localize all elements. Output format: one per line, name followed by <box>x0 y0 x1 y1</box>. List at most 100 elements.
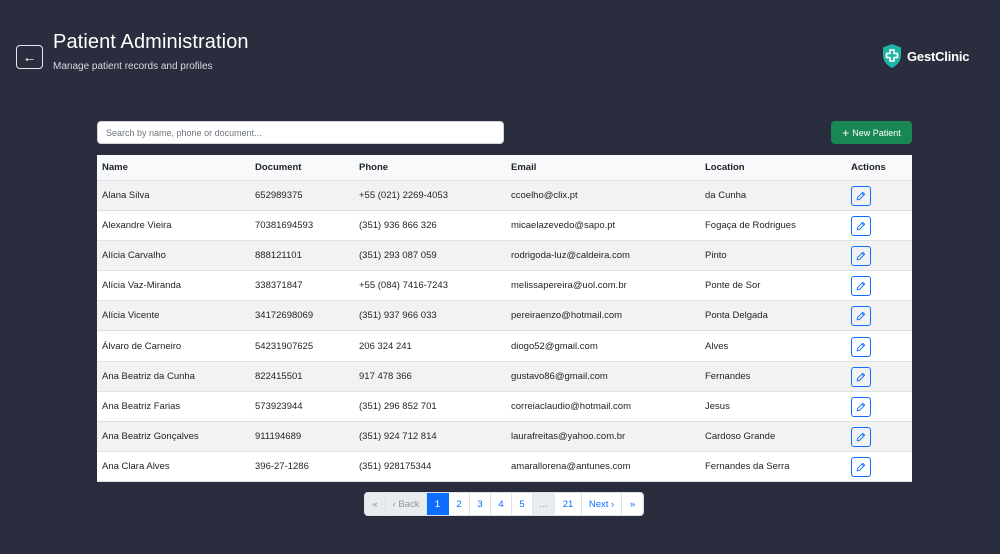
arrow-left-icon: ← <box>22 49 37 65</box>
pencil-icon <box>856 282 866 291</box>
cell-name: Álvaro de Carneiro <box>97 330 250 362</box>
cell-document: 888121101 <box>250 240 354 272</box>
edit-button[interactable] <box>851 215 871 236</box>
column-header-location[interactable]: Location <box>700 155 846 181</box>
search-input[interactable] <box>97 121 504 144</box>
pencil-icon <box>856 221 866 231</box>
column-header-actions: Actions <box>846 155 912 181</box>
column-header-phone[interactable]: Phone <box>354 155 506 181</box>
cell-location: Alves <box>700 330 846 362</box>
table-row[interactable]: Ana Beatriz da Cunha 822415501 917 478 366… <box>97 361 912 392</box>
cell-location: Cardoso Grande <box>700 421 846 453</box>
cell-location: Fernandes <box>700 361 846 392</box>
page-title: Patient Administration <box>53 31 249 53</box>
pencil-icon <box>856 402 866 412</box>
table-row[interactable]: Ana Beatriz Gonçalves 911194689 (351) 924 … <box>97 421 912 453</box>
page-back-button[interactable]: ‹ Back <box>386 493 427 515</box>
cell-email: laurafreitas@yahoo.com.br <box>506 421 700 453</box>
page-last-button[interactable]: » <box>622 493 643 515</box>
cell-email: ccoelho@clix.pt <box>506 180 700 211</box>
cell-phone: 206 324 241 <box>354 330 506 362</box>
cell-location: Pinto <box>700 240 846 272</box>
pencil-icon <box>856 251 866 261</box>
cell-location: Ponte de Sor <box>700 270 846 302</box>
pencil-icon <box>856 312 866 321</box>
brand-logo: GestClinic <box>881 43 969 69</box>
cell-name: Ana Beatriz Gonçalves <box>97 421 250 453</box>
cell-name: Alícia Vaz-Miranda <box>97 270 250 302</box>
cell-actions <box>846 270 912 302</box>
pencil-icon <box>856 191 866 200</box>
cell-phone: (351) 937 966 033 <box>354 300 506 332</box>
edit-button[interactable] <box>851 457 871 478</box>
cell-email: correiaclaudio@hotmail.com <box>506 391 700 423</box>
edit-button[interactable] <box>851 396 871 417</box>
edit-button[interactable] <box>851 336 871 357</box>
brand-name: GestClinic <box>907 48 970 64</box>
table-row[interactable]: Alana Silva 652989375 +55 (021) 2269-4053 c… <box>97 180 912 211</box>
cell-location: Jesus <box>700 391 846 423</box>
column-header-email[interactable]: Email <box>506 155 700 181</box>
cell-document: 70381694593 <box>250 210 354 241</box>
table-header-row: Name Document Phone Email Location Actio… <box>97 155 912 181</box>
cell-phone: +55 (021) 2269-4053 <box>354 180 506 211</box>
plus-icon: + <box>842 125 850 140</box>
cell-document: 573923944 <box>250 391 354 423</box>
edit-button[interactable] <box>851 306 871 327</box>
page-button-5[interactable]: 5 <box>512 493 533 515</box>
cell-name: Alícia Vicente <box>97 300 250 332</box>
table-row[interactable]: Alícia Carvalho 888121101 (351) 293 087 05… <box>97 240 912 272</box>
cell-name: Alana Silva <box>97 180 250 211</box>
cell-email: gustavo86@gmail.com <box>506 361 700 392</box>
cell-phone: (351) 293 087 059 <box>354 240 506 272</box>
cell-phone: (351) 924 712 814 <box>354 421 506 453</box>
cell-name: Alícia Carvalho <box>97 240 250 272</box>
page-button-3[interactable]: 3 <box>470 493 491 515</box>
edit-button[interactable] <box>851 366 871 387</box>
table-row[interactable]: Álvaro de Carneiro 54231907625 206 324 241… <box>97 330 912 362</box>
cell-name: Alexandre Vieira <box>97 210 250 241</box>
cell-document: 652989375 <box>250 180 354 211</box>
cell-document: 34172698069 <box>250 300 354 332</box>
column-header-document[interactable]: Document <box>250 155 354 181</box>
cell-location: da Cunha <box>700 180 846 211</box>
cell-actions <box>846 240 912 272</box>
edit-button[interactable] <box>851 427 871 448</box>
cell-phone: (351) 296 852 701 <box>354 391 506 423</box>
page-first-button[interactable]: « <box>365 493 386 515</box>
back-button[interactable]: ← <box>16 45 43 69</box>
table-row[interactable]: Alícia Vaz-Miranda 338371847 +55 (084) 741… <box>97 270 912 302</box>
cell-email: micaelazevedo@sapo.pt <box>506 210 700 241</box>
table-row[interactable]: Alícia Vicente 34172698069 (351) 937 966 0… <box>97 300 912 332</box>
page-subtitle: Manage patient records and profiles <box>53 61 213 72</box>
cell-phone: (351) 936 866 326 <box>354 210 506 241</box>
cell-document: 338371847 <box>250 270 354 302</box>
table-row[interactable]: Ana Clara Alves 396-27-1286 (351) 92817534… <box>97 451 912 483</box>
pencil-icon <box>856 463 866 472</box>
pagination: « ‹ Back 1 2 3 4 5 ... 21 Next › » <box>364 492 644 516</box>
page-next-button[interactable]: Next › <box>582 493 622 515</box>
new-patient-button[interactable]: + New Patient <box>831 121 912 144</box>
cell-email: diogo52@gmail.com <box>506 330 700 362</box>
cell-document: 396-27-1286 <box>250 451 354 483</box>
cell-actions <box>846 180 912 211</box>
edit-button[interactable] <box>851 185 871 206</box>
pencil-icon <box>856 372 866 381</box>
page-button-21[interactable]: 21 <box>555 493 582 515</box>
page-button-1[interactable]: 1 <box>427 493 449 515</box>
page-button-4[interactable]: 4 <box>491 493 512 515</box>
cell-document: 911194689 <box>250 421 354 453</box>
new-patient-label: New Patient <box>852 127 901 138</box>
page-button-2[interactable]: 2 <box>449 493 470 515</box>
pencil-icon <box>856 432 866 442</box>
cell-actions <box>846 210 912 241</box>
edit-button[interactable] <box>851 245 871 266</box>
table-row[interactable]: Alexandre Vieira 70381694593 (351) 936 866… <box>97 210 912 241</box>
table-row[interactable]: Ana Beatriz Farias 573923944 (351) 296 852… <box>97 391 912 423</box>
cell-actions <box>846 451 912 483</box>
column-header-name[interactable]: Name <box>97 155 250 181</box>
pencil-icon <box>856 342 866 351</box>
page-ellipsis: ... <box>533 493 555 515</box>
cell-name: Ana Clara Alves <box>97 451 250 483</box>
edit-button[interactable] <box>851 276 871 297</box>
